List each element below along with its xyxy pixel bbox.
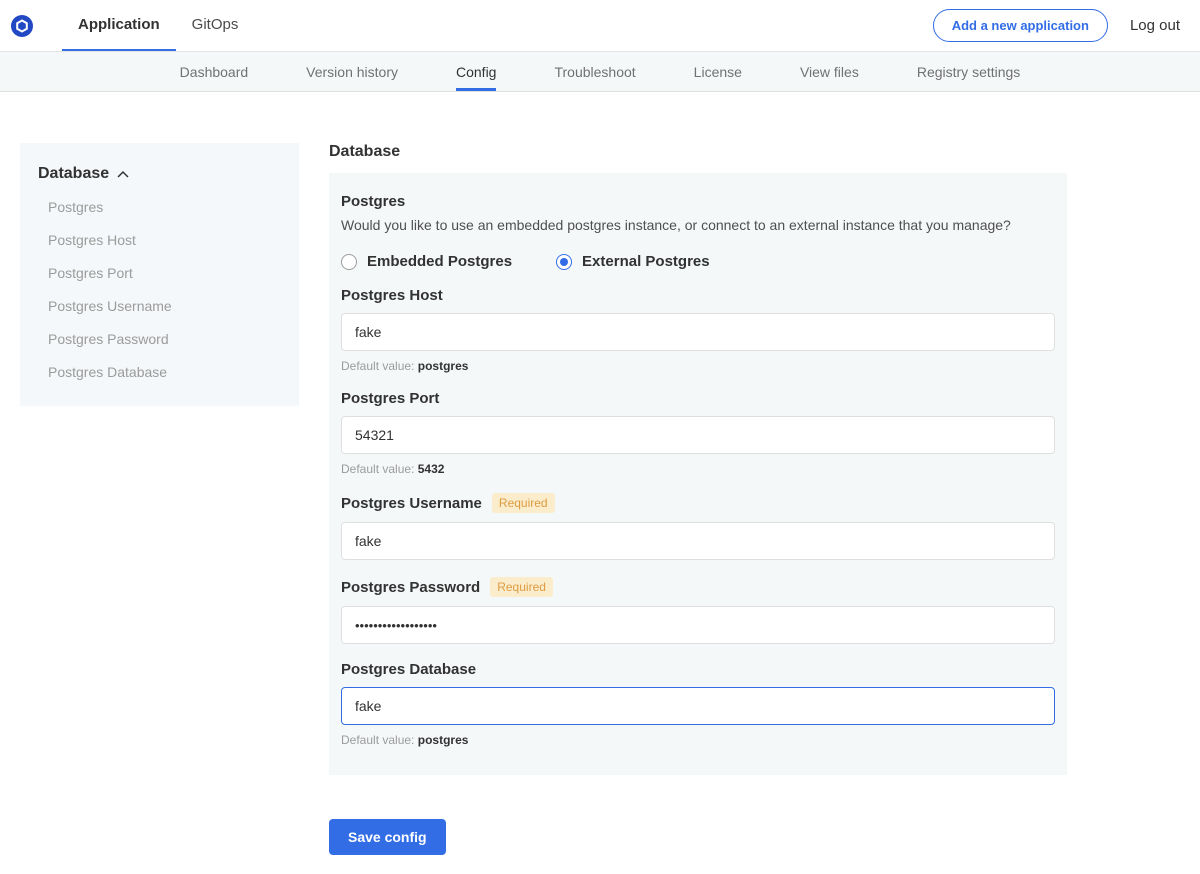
topnav-tab-label: Application <box>78 16 160 33</box>
field-label: Postgres Database <box>341 661 476 678</box>
field-label: Postgres Host <box>341 287 443 304</box>
radio-circle-icon[interactable] <box>556 254 572 270</box>
subnav-item-label: Config <box>456 64 496 80</box>
sidebar-item-postgres[interactable]: Postgres <box>48 199 281 215</box>
sidebar-group-database[interactable]: Database <box>38 165 281 183</box>
add-application-button[interactable]: Add a new application <box>933 9 1108 42</box>
config-sidebar: Database Postgres Postgres Host Postgres… <box>20 143 299 406</box>
content-area: Database Postgres Postgres Host Postgres… <box>0 92 1200 855</box>
sidebar-item-postgres-username[interactable]: Postgres Username <box>48 298 281 314</box>
subnav-item-label: Version history <box>306 64 398 80</box>
sidebar-group-label: Database <box>38 165 109 183</box>
postgres-password-input[interactable] <box>341 606 1055 644</box>
config-main-panel: Database Postgres Would you like to use … <box>329 143 1067 855</box>
sidebar-item-postgres-host[interactable]: Postgres Host <box>48 232 281 248</box>
app-logo <box>10 0 34 51</box>
default-value: postgres <box>418 733 469 747</box>
config-group-box: Postgres Would you like to use an embedd… <box>329 173 1067 775</box>
required-badge: Required <box>490 577 553 597</box>
field-label: Postgres Username <box>341 495 482 512</box>
save-config-button[interactable]: Save config <box>329 819 446 855</box>
app-logo-icon <box>10 14 34 38</box>
field-postgres-password: Postgres Password Required <box>341 577 1055 644</box>
field-postgres-database: Postgres Database Default value: postgre… <box>341 661 1055 747</box>
default-value-note: Default value: 5432 <box>341 462 1055 476</box>
postgres-host-input[interactable] <box>341 313 1055 351</box>
group-help-text: Would you like to use an embedded postgr… <box>341 217 1055 233</box>
sidebar-item-postgres-password[interactable]: Postgres Password <box>48 331 281 347</box>
logout-link[interactable]: Log out <box>1130 17 1180 34</box>
topnav-tab-application[interactable]: Application <box>62 0 176 51</box>
topnav-tab-gitops[interactable]: GitOps <box>176 0 255 51</box>
group-label: Postgres <box>341 193 1055 210</box>
subnav-item-dashboard[interactable]: Dashboard <box>180 52 249 91</box>
subnav-item-config[interactable]: Config <box>456 52 496 91</box>
field-label: Postgres Password <box>341 579 480 596</box>
radio-external-postgres[interactable]: External Postgres <box>556 253 710 270</box>
radio-label[interactable]: External Postgres <box>582 253 710 270</box>
chevron-up-icon <box>117 170 129 178</box>
sidebar-item-list: Postgres Postgres Host Postgres Port Pos… <box>38 199 281 380</box>
sidebar-item-postgres-port[interactable]: Postgres Port <box>48 265 281 281</box>
subnav-item-label: Dashboard <box>180 64 249 80</box>
radio-embedded-postgres[interactable]: Embedded Postgres <box>341 253 512 270</box>
radio-circle-icon[interactable] <box>341 254 357 270</box>
subnav-item-version-history[interactable]: Version history <box>306 52 398 91</box>
subnav-item-label: View files <box>800 64 859 80</box>
subnav-item-registry-settings[interactable]: Registry settings <box>917 52 1020 91</box>
subnav-item-troubleshoot[interactable]: Troubleshoot <box>554 52 635 91</box>
radio-label[interactable]: Embedded Postgres <box>367 253 512 270</box>
default-prefix: Default value: <box>341 733 414 747</box>
subnav-item-license[interactable]: License <box>694 52 742 91</box>
topnav-tab-label: GitOps <box>192 16 239 33</box>
postgres-type-radio-group: Embedded Postgres External Postgres <box>341 253 1055 270</box>
postgres-port-input[interactable] <box>341 416 1055 454</box>
default-value: 5432 <box>418 462 445 476</box>
required-badge: Required <box>492 493 555 513</box>
top-navbar: Application GitOps Add a new application… <box>0 0 1200 52</box>
topnav-spacer <box>254 0 932 51</box>
subnav-item-label: Troubleshoot <box>554 64 635 80</box>
field-postgres-username: Postgres Username Required <box>341 493 1055 560</box>
subnav-item-label: Registry settings <box>917 64 1020 80</box>
postgres-database-input[interactable] <box>341 687 1055 725</box>
app-subnav: Dashboard Version history Config Trouble… <box>0 52 1200 92</box>
field-label: Postgres Port <box>341 390 439 407</box>
default-prefix: Default value: <box>341 359 414 373</box>
section-title: Database <box>329 143 1067 161</box>
subnav-item-label: License <box>694 64 742 80</box>
postgres-username-input[interactable] <box>341 522 1055 560</box>
default-value-note: Default value: postgres <box>341 733 1055 747</box>
default-value: postgres <box>418 359 469 373</box>
subnav-item-view-files[interactable]: View files <box>800 52 859 91</box>
default-prefix: Default value: <box>341 462 414 476</box>
field-postgres-port: Postgres Port Default value: 5432 <box>341 390 1055 476</box>
field-postgres-host: Postgres Host Default value: postgres <box>341 287 1055 373</box>
sidebar-item-postgres-database[interactable]: Postgres Database <box>48 364 281 380</box>
default-value-note: Default value: postgres <box>341 359 1055 373</box>
